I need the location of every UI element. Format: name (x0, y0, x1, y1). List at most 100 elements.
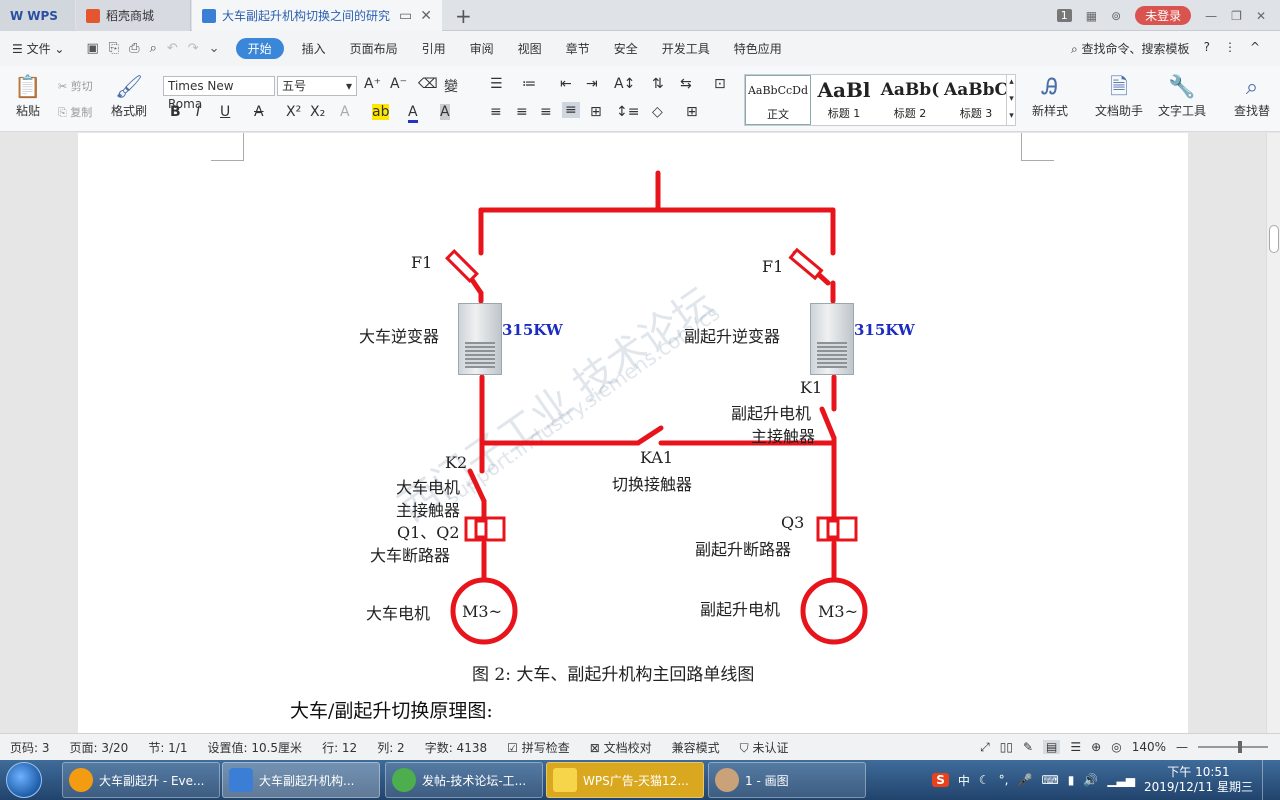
new-tab-button[interactable]: + (455, 4, 472, 28)
doc-assistant-button[interactable]: 🗎 文档助手 (1092, 74, 1146, 119)
zoom-slider[interactable] (1198, 741, 1268, 753)
phonetic-icon[interactable]: 變 (444, 76, 458, 96)
punctuation-icon[interactable]: °, (999, 773, 1009, 787)
fullscreen-icon[interactable]: ⤢ (980, 740, 990, 755)
tab-security[interactable]: 安全 (602, 40, 650, 57)
taskbar-item-paint[interactable]: 1 - 画图 (708, 762, 866, 798)
text-effect-icon[interactable]: A (340, 104, 350, 120)
line-spacing-icon[interactable]: ↕≡ (616, 104, 639, 120)
sort-icon[interactable]: ⇅ (652, 76, 664, 92)
window-count-badge[interactable]: 1 (1056, 9, 1072, 22)
export-icon[interactable]: ⎘ (109, 41, 119, 56)
microphone-icon[interactable]: 🎤 (1017, 773, 1032, 787)
reading-mode-icon[interactable]: ▯▯ (1000, 740, 1013, 754)
distribute-icon[interactable]: ⊞ (590, 104, 602, 120)
network-icon[interactable]: ▮ (1068, 773, 1075, 787)
moon-icon[interactable]: ☾ (979, 773, 990, 787)
font-name-select[interactable]: Times New Roma (163, 76, 275, 111)
vertical-scrollbar[interactable] (1266, 133, 1280, 733)
superscript-icon[interactable]: X² (286, 104, 301, 120)
zoom-out-icon[interactable]: — (1176, 740, 1188, 754)
more-options-icon[interactable]: ⋮ (1224, 40, 1236, 57)
zoom-level[interactable]: 140% (1132, 740, 1166, 754)
increase-indent-icon[interactable]: ⇥ (586, 76, 598, 92)
undo-icon[interactable]: ↶ (167, 41, 178, 56)
bullets-icon[interactable]: ☰ (490, 76, 503, 92)
volume-icon[interactable]: 🔊 (1083, 773, 1098, 787)
ime-mode[interactable]: 中 (958, 772, 970, 789)
numbering-icon[interactable]: ≔ (522, 76, 536, 92)
shading-icon[interactable]: ◇ (652, 104, 663, 120)
tab-references[interactable]: 引用 (410, 40, 458, 57)
save-icon[interactable]: ▣ (86, 41, 98, 56)
web-view-icon[interactable]: ⊕ (1091, 740, 1101, 754)
font-size-select[interactable]: 五号 ▾ (277, 76, 357, 96)
tab-view[interactable]: 视图 (506, 40, 554, 57)
paste-button[interactable]: 📋 粘贴 (6, 74, 50, 119)
print-icon[interactable]: ⎙ (129, 41, 139, 56)
monitor-icon[interactable]: ▭ (399, 8, 412, 24)
help-icon[interactable]: ? (1204, 40, 1210, 57)
command-search[interactable]: ⌕ 查找命令、搜索模板 (1071, 40, 1190, 57)
document-page[interactable]: 西门子工业 技术论坛 support.industry.siemens.com/… (78, 133, 1188, 733)
style-heading-1[interactable]: AaBl 标题 1 (811, 75, 877, 125)
justify-icon[interactable]: ≡ (562, 102, 580, 118)
page-count[interactable]: 页面: 3/20 (60, 739, 139, 756)
style-gallery-scroll[interactable]: ▴ ▾ ▾ (1006, 74, 1016, 126)
tab-home[interactable]: 开始 (235, 38, 284, 59)
skin-icon[interactable]: ▦ (1086, 9, 1097, 23)
char-shading-icon[interactable]: A (440, 104, 450, 120)
copy-button[interactable]: ⎘ 复制 (58, 104, 92, 120)
taskbar-item-eventlog[interactable]: 大车副起升 - Eve... (62, 762, 220, 798)
tab-insert[interactable]: 插入 (290, 40, 338, 57)
show-marks-icon[interactable]: ⊡ (714, 76, 726, 92)
font-color-icon[interactable]: A (408, 104, 418, 123)
proofread-button[interactable]: ⊠ 文档校对 (580, 739, 662, 756)
find-replace-button[interactable]: ⌕ 查找替 (1230, 74, 1274, 119)
strikethrough-icon[interactable]: A (254, 104, 264, 120)
line-spacing-options-icon[interactable]: ⇆ (680, 76, 692, 92)
style-heading-3[interactable]: AaBbC 标题 3 (943, 75, 1009, 125)
outline-view-icon[interactable]: ☰ (1070, 740, 1081, 754)
taskbar-item-wps-writer[interactable]: 大车副起升机构... (222, 762, 380, 798)
tab-review[interactable]: 审阅 (458, 40, 506, 57)
format-painter-button[interactable]: 🖌 格式刷 (106, 74, 152, 119)
collapse-ribbon-icon[interactable]: ^ (1250, 40, 1260, 57)
store-tab[interactable]: 稻壳商城 (76, 0, 191, 31)
tab-page-layout[interactable]: 页面布局 (338, 40, 410, 57)
taskbar-item-browser[interactable]: 发帖-技术论坛-工... (385, 762, 543, 798)
close-tab-icon[interactable]: ✕ (420, 8, 432, 24)
more-icon[interactable]: ⌄ (209, 41, 220, 56)
spellcheck-button[interactable]: ☑ 拼写检查 (497, 739, 580, 756)
cut-button[interactable]: ✂ 剪切 (58, 78, 93, 94)
align-left-icon[interactable]: ≡ (490, 104, 502, 120)
zoom-slider-knob[interactable] (1238, 741, 1242, 753)
signal-icon[interactable]: ▁▃▅ (1107, 773, 1135, 787)
bold-icon[interactable]: B (170, 104, 181, 120)
wps-home-tab[interactable]: W WPS (0, 0, 75, 31)
ime-logo-icon[interactable]: S (932, 773, 949, 787)
underline-icon[interactable]: U (220, 104, 230, 120)
new-style-button[interactable]: Ꭿ 新样式 (1026, 74, 1074, 119)
tab-chapter[interactable]: 章节 (554, 40, 602, 57)
scrollbar-thumb[interactable] (1269, 225, 1279, 253)
document-tab[interactable]: 大车副起升机构切换之间的研究 ▭ ✕ (192, 0, 442, 31)
style-normal[interactable]: AaBbCcDd 正文 (745, 75, 811, 125)
highlight-icon[interactable]: ab (372, 104, 390, 120)
tab-developer[interactable]: 开发工具 (650, 40, 722, 57)
tab-special[interactable]: 特色应用 (722, 40, 794, 57)
borders-icon[interactable]: ⊞ (686, 104, 698, 120)
page-view-icon[interactable]: ▤ (1043, 740, 1061, 754)
grow-font-icon[interactable]: A⁺ (364, 76, 381, 92)
preview-icon[interactable]: ⌕ (150, 41, 157, 56)
keyboard-icon[interactable]: ⌨ (1041, 773, 1058, 787)
clock[interactable]: 下午 10:51 2019/12/11 星期三 (1144, 765, 1253, 795)
italic-icon[interactable]: I (196, 104, 200, 120)
clear-format-icon[interactable]: ⌫ (418, 76, 438, 92)
close-window-icon[interactable]: ✕ (1256, 9, 1266, 23)
decrease-indent-icon[interactable]: ⇤ (560, 76, 572, 92)
text-direction-icon[interactable]: A↕ (614, 76, 635, 92)
align-center-icon[interactable]: ≡ (516, 104, 528, 120)
style-heading-2[interactable]: AaBb( 标题 2 (877, 75, 943, 125)
certification-button[interactable]: ⛉ 未认证 (730, 739, 799, 756)
